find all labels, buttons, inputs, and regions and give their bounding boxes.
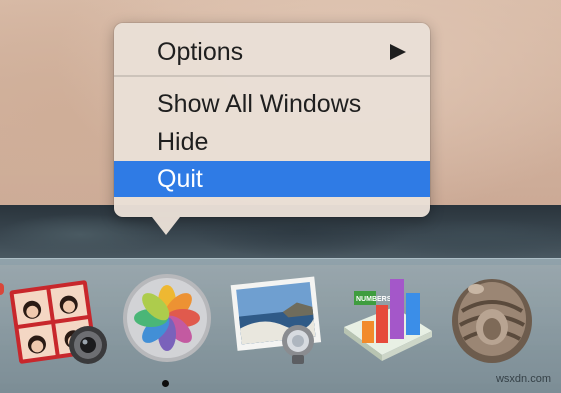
dock: NUMBERS bbox=[0, 258, 561, 393]
dock-edge-icon[interactable] bbox=[0, 283, 4, 295]
menu-item-label: Quit bbox=[157, 165, 203, 193]
menu-separator bbox=[114, 75, 430, 77]
numbers-label: NUMBERS bbox=[356, 296, 392, 303]
photos-icon[interactable] bbox=[122, 273, 212, 363]
watermark: wsxdn.com bbox=[495, 373, 551, 385]
photo-booth-icon[interactable] bbox=[8, 277, 108, 367]
menu-item-label: Options bbox=[157, 38, 244, 66]
archive-utility-icon[interactable] bbox=[448, 273, 536, 367]
menu-item-label: Hide bbox=[157, 128, 209, 156]
menu-item-label: Show All Windows bbox=[157, 90, 362, 118]
menu-item-show-all-windows[interactable]: Show All Windows bbox=[114, 85, 430, 123]
preview-icon[interactable] bbox=[228, 275, 328, 365]
running-indicator-dot bbox=[162, 380, 169, 387]
dock-context-menu: Options Show All Windows Hide Quit bbox=[114, 23, 430, 217]
numbers-icon[interactable]: NUMBERS bbox=[336, 269, 436, 365]
submenu-arrow-icon bbox=[390, 44, 406, 60]
menu-item-quit[interactable]: Quit bbox=[114, 161, 430, 197]
menu-item-hide[interactable]: Hide bbox=[114, 123, 430, 161]
menu-pointer-arrow bbox=[152, 217, 180, 235]
menu-item-options[interactable]: Options bbox=[114, 33, 430, 71]
